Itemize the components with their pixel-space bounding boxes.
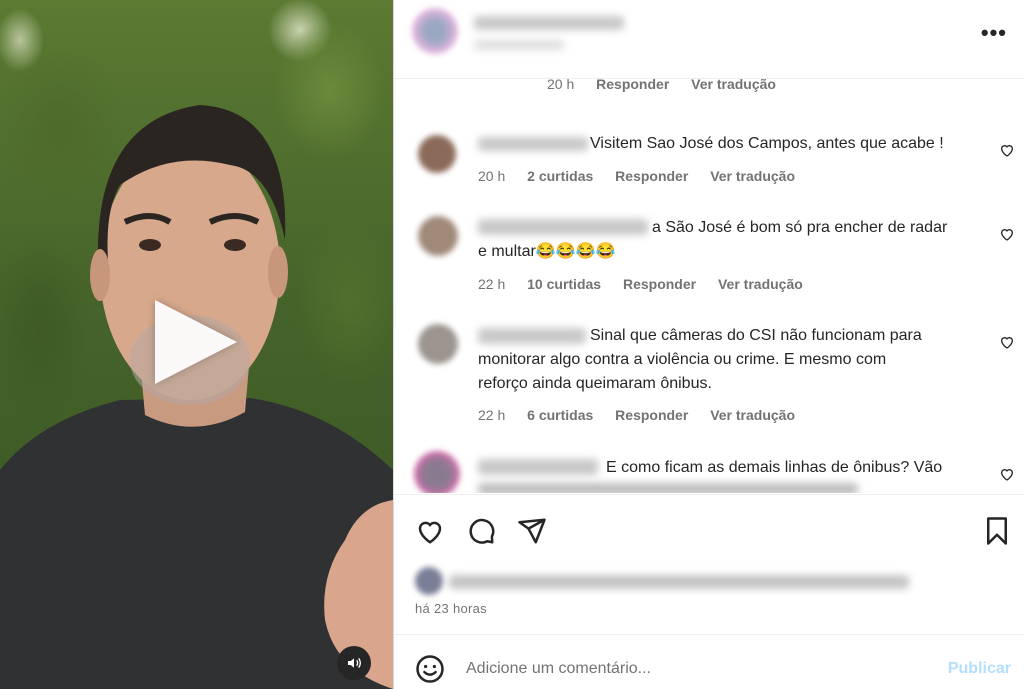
commenter-username[interactable] [478,219,648,235]
reply-button[interactable]: Responder [596,79,669,92]
comment-meta: 20 h Responder Ver tradução [547,79,794,92]
translate-button[interactable]: Ver tradução [710,407,795,423]
author-avatar[interactable] [412,8,458,54]
commenter-username[interactable] [478,459,598,475]
more-horizontal-icon[interactable]: ••• [981,20,1007,46]
comment-like-icon[interactable] [999,334,1015,350]
comment-text: a São José é bom só pra encher de radar [652,219,948,236]
send-icon[interactable] [517,516,547,546]
comment-input[interactable]: Adicione um comentário... [466,660,651,678]
translate-button[interactable]: Ver tradução [710,168,795,184]
commenter-avatar[interactable] [418,216,458,256]
comment-text: reforço ainda queimaram ônibus. [478,375,712,392]
author-name[interactable] [474,16,624,30]
likes-count[interactable]: 10 curtidas [527,276,601,292]
video-player[interactable] [0,0,393,689]
comment-text: monitorar algo contra a violência ou cri… [478,351,887,368]
post-actions: há 23 horas [394,494,1024,635]
author-subtitle [474,40,564,50]
comment-like-icon[interactable] [999,142,1015,158]
comment-text-overflow [478,483,858,493]
post-time: há 23 horas [415,601,487,616]
play-icon[interactable] [155,300,237,384]
liker-avatars[interactable] [415,567,443,595]
translate-button[interactable]: Ver tradução [718,276,803,292]
commenter-avatar[interactable] [418,135,456,173]
comment-icon[interactable] [466,516,496,546]
commenter-avatar[interactable] [414,451,460,493]
comment-like-icon[interactable] [999,226,1015,242]
emoji-icon[interactable] [415,654,445,684]
add-comment-bar: Adicione um comentário... Publicar [394,634,1024,690]
likes-count[interactable]: 6 curtidas [527,407,593,423]
reply-button[interactable]: Responder [615,407,688,423]
liked-by-text[interactable] [449,575,909,589]
comment-like-icon[interactable] [999,466,1015,482]
commenter-avatar[interactable] [418,324,458,364]
translate-button[interactable]: Ver tradução [691,79,776,92]
heart-icon[interactable] [415,516,445,546]
publish-button[interactable]: Publicar [948,660,1011,678]
comments-list[interactable]: 20 h Responder Ver tradução Visitem Sao … [394,79,1024,493]
commenter-username[interactable] [478,328,586,344]
comment-text: E como ficam as demais linhas de ônibus?… [606,459,943,476]
post-panel: ••• 20 h Responder Ver tradução Visitem … [393,0,1024,689]
speaker-icon[interactable] [337,646,371,680]
commenter-username[interactable] [478,137,588,151]
bookmark-icon[interactable] [984,516,1010,546]
comment-meta: 22 h 6 curtidas Responder Ver tradução [478,407,796,423]
comment-text: e multar😂😂😂😂 [478,243,616,260]
post-header: ••• [394,0,1024,79]
comment-meta: 20 h 2 curtidas Responder Ver tradução [478,168,796,184]
comment-text: Visitem Sao José dos Campos, antes que a… [590,135,944,152]
comment-text: Sinal que câmeras do CSI não funcionam p… [590,327,922,344]
comment-meta: 22 h 10 curtidas Responder Ver tradução [478,276,803,292]
likes-count[interactable]: 2 curtidas [527,168,593,184]
reply-button[interactable]: Responder [615,168,688,184]
reply-button[interactable]: Responder [623,276,696,292]
